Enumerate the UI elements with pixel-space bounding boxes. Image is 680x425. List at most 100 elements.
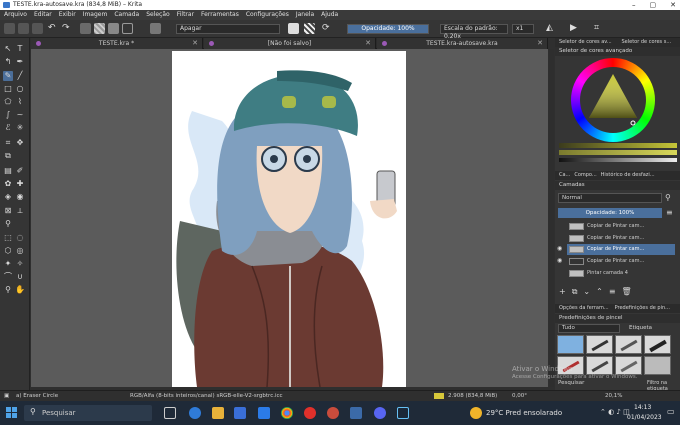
discord-icon[interactable] bbox=[374, 407, 386, 419]
menu-selecao[interactable]: Seleção bbox=[146, 10, 170, 20]
canvas-scrollbar[interactable] bbox=[549, 49, 554, 387]
reload-preset-icon[interactable]: ⟳ bbox=[322, 23, 333, 34]
menu-arquivo[interactable]: Arquivo bbox=[4, 10, 27, 20]
menu-ferramentas[interactable]: Ferramentas bbox=[201, 10, 239, 20]
clock-date[interactable]: 01/04/2023 bbox=[627, 414, 662, 421]
mail-icon[interactable] bbox=[234, 407, 246, 419]
brush-preview-icon[interactable] bbox=[108, 23, 119, 34]
brush-preset-item[interactable] bbox=[586, 335, 613, 354]
save-icon[interactable] bbox=[32, 23, 43, 34]
layer-row[interactable]: Copiar de Pintar cam... bbox=[567, 233, 675, 244]
edit-shapes-icon[interactable]: ↰ bbox=[3, 57, 13, 67]
polygon-tool-icon[interactable]: ⬠ bbox=[3, 97, 13, 107]
assistant-tool-icon[interactable]: ⊠ bbox=[3, 206, 13, 216]
visibility-eye-icon[interactable]: ◉ bbox=[557, 245, 562, 252]
menu-ajuda[interactable]: Ajuda bbox=[321, 10, 338, 20]
color-wheel[interactable] bbox=[571, 58, 655, 142]
visibility-eye-icon[interactable]: ◉ bbox=[557, 257, 562, 264]
layer-blend-select[interactable]: Normal bbox=[558, 193, 662, 203]
layers-menu-icon[interactable]: ≡ bbox=[666, 208, 673, 217]
menu-configuracoes[interactable]: Configurações bbox=[246, 10, 289, 20]
brush-filter-select[interactable]: Tudo bbox=[558, 324, 620, 333]
bezier-select-icon[interactable]: ⌒ bbox=[3, 272, 13, 282]
media-app-icon[interactable] bbox=[327, 407, 339, 419]
close-button[interactable]: ✕ bbox=[670, 0, 676, 10]
bezier-tool-icon[interactable]: ∫ bbox=[3, 110, 13, 120]
brush-preset-item[interactable] bbox=[644, 356, 671, 375]
select-shapes-icon[interactable]: ↖ bbox=[3, 44, 13, 54]
freehand-path-icon[interactable]: ~ bbox=[15, 110, 25, 120]
freehand-brush-icon[interactable]: ✎ bbox=[3, 71, 13, 81]
tab-compositions[interactable]: Compo... bbox=[574, 171, 596, 180]
move-up-icon[interactable]: ⌃ bbox=[596, 286, 603, 297]
notifications-icon[interactable]: ▭ bbox=[667, 407, 675, 416]
move-tool-icon[interactable]: ✥ bbox=[15, 138, 25, 148]
tab-autosave[interactable]: TESTE.kra-autosave.kra ✕ bbox=[377, 38, 548, 49]
rectangle-tool-icon[interactable]: □ bbox=[3, 84, 13, 94]
opera-icon[interactable] bbox=[304, 407, 316, 419]
gradient-tool-icon[interactable]: ▤ bbox=[3, 166, 13, 176]
menu-filtrar[interactable]: Filtrar bbox=[177, 10, 194, 20]
measure-tool-icon[interactable]: ⟂ bbox=[15, 206, 25, 216]
size-slider[interactable]: Escala do padrão: 0,20x bbox=[440, 24, 508, 40]
magnetic-select-icon[interactable]: ∪ bbox=[15, 272, 25, 282]
task-view-icon[interactable] bbox=[164, 407, 176, 419]
new-document-icon[interactable] bbox=[4, 23, 15, 34]
redo-icon[interactable]: ↷ bbox=[62, 23, 73, 34]
brush-editor-icon[interactable] bbox=[122, 23, 133, 34]
transform-tool-icon[interactable]: ⧉ bbox=[3, 151, 13, 161]
similar-select-icon[interactable]: ✧ bbox=[15, 259, 25, 269]
store-icon[interactable] bbox=[258, 407, 270, 419]
text-tool-icon[interactable]: T bbox=[15, 44, 25, 54]
opacity-slider[interactable]: Opacidade: 100% bbox=[347, 24, 429, 34]
blend-mode-select[interactable]: Apagar bbox=[176, 24, 280, 34]
menu-editar[interactable]: Editar bbox=[34, 10, 52, 20]
contiguous-select-icon[interactable]: ✦ bbox=[3, 259, 13, 269]
maximize-button[interactable]: ▢ bbox=[650, 0, 657, 10]
pan-tool-icon[interactable]: ✋ bbox=[15, 285, 25, 295]
preserve-alpha-icon[interactable] bbox=[304, 23, 315, 34]
menu-exibir[interactable]: Exibir bbox=[59, 10, 76, 20]
add-layer-icon[interactable]: + bbox=[559, 286, 566, 297]
edge-browser-icon[interactable] bbox=[189, 407, 201, 419]
fill-gradient-icon[interactable] bbox=[80, 23, 91, 34]
layer-row[interactable]: Copiar de Pintar cam... bbox=[567, 256, 675, 267]
multibrush-icon[interactable]: ✳ bbox=[15, 123, 25, 133]
close-tab-icon[interactable]: ✕ bbox=[192, 38, 198, 49]
dynamic-brush-icon[interactable]: ℰ bbox=[3, 123, 13, 133]
system-tray-icons[interactable]: ⌃ ◐ ♪ ◫ bbox=[600, 408, 630, 416]
open-document-icon[interactable] bbox=[18, 23, 29, 34]
tab-channels[interactable]: Ca... bbox=[559, 171, 570, 180]
brush-preset-item[interactable] bbox=[644, 335, 671, 354]
freehand-select-icon[interactable]: ◎ bbox=[15, 246, 25, 256]
tab-unsaved[interactable]: [Não foi salvo] ✕ bbox=[204, 38, 376, 49]
color-slider[interactable] bbox=[559, 158, 677, 162]
preset-brush-icon[interactable] bbox=[150, 23, 161, 34]
tab-tool-options[interactable]: Opções da ferram... bbox=[559, 304, 609, 313]
clock-time[interactable]: 14:13 bbox=[634, 404, 651, 411]
polyline-tool-icon[interactable]: ⌇ bbox=[15, 97, 25, 107]
fill-tool-icon[interactable]: ◈ bbox=[3, 192, 13, 202]
layer-opacity-slider[interactable]: Opacidade: 100% bbox=[558, 208, 662, 218]
canvas-area[interactable] bbox=[31, 49, 548, 387]
brush-preset-item[interactable] bbox=[557, 335, 584, 354]
move-down-icon[interactable]: ⌄ bbox=[583, 286, 590, 297]
close-tab-icon[interactable]: ✕ bbox=[537, 38, 543, 49]
menu-imagem[interactable]: Imagem bbox=[83, 10, 108, 20]
layer-row[interactable]: Pintar camada 4 bbox=[567, 268, 675, 279]
minimize-button[interactable]: – bbox=[632, 0, 636, 10]
ellipse-select-icon[interactable]: ◌ bbox=[15, 233, 25, 243]
reference-tool-icon[interactable]: ⚲ bbox=[3, 219, 13, 229]
file-explorer-icon[interactable] bbox=[212, 407, 224, 419]
chrome-icon[interactable] bbox=[281, 407, 293, 419]
multiplier-select[interactable]: x1 bbox=[512, 24, 534, 34]
color-history-bar[interactable] bbox=[559, 143, 677, 148]
polygon-select-icon[interactable]: ⬡ bbox=[3, 246, 13, 256]
color-picker-icon[interactable]: ✐ bbox=[15, 166, 25, 176]
tab-color-selector-advanced[interactable]: Seletor de cores av... bbox=[555, 38, 618, 47]
steam-icon[interactable] bbox=[397, 407, 409, 419]
ellipse-tool-icon[interactable]: ○ bbox=[15, 84, 25, 94]
zoom-tool-icon[interactable]: ⚲ bbox=[3, 285, 13, 295]
smart-patch-icon[interactable]: ✚ bbox=[15, 179, 25, 189]
eraser-mode-icon[interactable] bbox=[288, 23, 299, 34]
